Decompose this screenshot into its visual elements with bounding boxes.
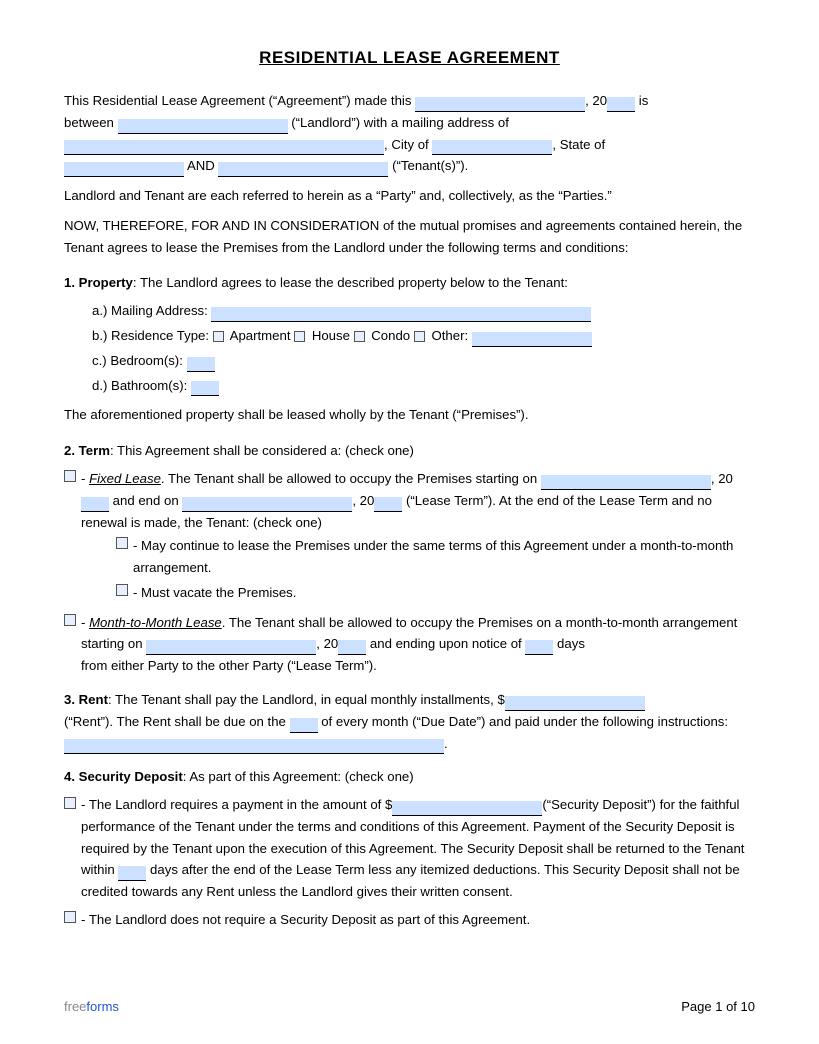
- fixed-year1: , 20: [711, 471, 733, 486]
- document-title: RESIDENTIAL LEASE AGREEMENT: [64, 48, 755, 68]
- and-label: AND: [187, 158, 215, 173]
- residence-type-row: b.) Residence Type: Apartment House Cond…: [92, 325, 755, 347]
- fixed-and: and end on: [109, 493, 179, 508]
- vacate-label: - Must vacate the Premises.: [133, 582, 296, 604]
- brand-free: free: [64, 999, 86, 1014]
- month-end: from either Party to the other Party (“L…: [81, 658, 377, 673]
- month-start-year-field[interactable]: [338, 640, 366, 655]
- vacate-checkbox[interactable]: [116, 584, 128, 596]
- house-label: House: [308, 328, 353, 343]
- rent-amount-field[interactable]: [505, 696, 645, 711]
- year-suffix: is: [635, 93, 648, 108]
- city-prefix: , City of: [384, 137, 429, 152]
- section4-header: 4. Security Deposit: As part of this Agr…: [64, 766, 755, 788]
- residence-type-label: b.) Residence Type:: [92, 328, 209, 343]
- property-mailing-address-row: a.) Mailing Address:: [92, 300, 755, 322]
- year-prefix: , 20: [585, 93, 607, 108]
- bathrooms-label: d.) Bathroom(s):: [92, 378, 187, 393]
- security-deposit-checkbox[interactable]: [64, 797, 76, 809]
- between-label: between: [64, 115, 114, 130]
- condo-label: Condo: [368, 328, 414, 343]
- bedrooms-label: c.) Bedroom(s):: [92, 353, 183, 368]
- fixed-lease-label: Fixed Lease: [89, 471, 161, 486]
- page-footer: freeforms Page 1 of 10: [64, 999, 755, 1014]
- date-field[interactable]: [415, 97, 585, 112]
- vacate-option: - Must vacate the Premises.: [116, 582, 755, 604]
- security-days-label: days after the end of the Lease Term les…: [81, 862, 740, 899]
- fixed-end-year-field[interactable]: [374, 497, 402, 512]
- fixed-lease-checkbox[interactable]: [64, 470, 76, 482]
- fixed-text: . The Tenant shall be allowed to occupy …: [161, 471, 537, 486]
- apartment-label: Apartment: [227, 328, 294, 343]
- brand-logo: freeforms: [64, 999, 119, 1014]
- month-year: , 20: [316, 636, 338, 651]
- bedrooms-field[interactable]: [187, 357, 215, 372]
- tenant-suffix: (“Tenant(s)”).: [392, 158, 468, 173]
- mailing-address-field[interactable]: [64, 140, 384, 155]
- bathrooms-row: d.) Bathroom(s):: [92, 375, 755, 397]
- month-notice: and ending upon notice of: [366, 636, 521, 651]
- mailing-label: a.) Mailing Address:: [92, 303, 208, 318]
- apartment-checkbox[interactable]: [213, 331, 224, 342]
- state-field[interactable]: [64, 162, 184, 177]
- month-to-month-checkbox[interactable]: [64, 614, 76, 626]
- property-address-field[interactable]: [211, 307, 591, 322]
- month-to-month-label: Month-to-Month Lease: [89, 615, 222, 630]
- bedrooms-row: c.) Bedroom(s):: [92, 350, 755, 372]
- security-amount-field[interactable]: [392, 801, 542, 816]
- security-return-days-field[interactable]: [118, 866, 146, 881]
- fixed-lease-option: - Fixed Lease. The Tenant shall be allow…: [64, 468, 755, 533]
- page-number: Page 1 of 10: [681, 999, 755, 1014]
- no-security-deposit-option: - The Landlord does not require a Securi…: [64, 909, 755, 931]
- fixed-start-year-field[interactable]: [81, 497, 109, 512]
- month-days: days: [553, 636, 585, 651]
- security-deposit-required-option: - The Landlord requires a payment in the…: [64, 794, 755, 903]
- intro-line1: This Residential Lease Agreement (“Agree…: [64, 93, 411, 108]
- due-date-field[interactable]: [290, 718, 318, 733]
- condo-checkbox[interactable]: [354, 331, 365, 342]
- house-checkbox[interactable]: [294, 331, 305, 342]
- section2-header: 2. Term: This Agreement shall be conside…: [64, 440, 755, 462]
- section3-header: 3. Rent: The Tenant shall pay the Landlo…: [64, 689, 755, 754]
- fixed-label: -: [81, 471, 89, 486]
- continue-lease-label: - May continue to lease the Premises und…: [133, 535, 755, 579]
- year-field[interactable]: [607, 97, 635, 112]
- security-requires-label: - The Landlord requires a payment in the…: [81, 797, 392, 812]
- tenant-name-field[interactable]: [218, 162, 388, 177]
- other-checkbox[interactable]: [414, 331, 425, 342]
- bathrooms-field[interactable]: [191, 381, 219, 396]
- payment-instructions-field[interactable]: [64, 739, 444, 754]
- fixed-start-date-field[interactable]: [541, 475, 711, 490]
- continue-lease-option: - May continue to lease the Premises und…: [116, 535, 755, 579]
- premises-note: The aforementioned property shall be lea…: [64, 404, 755, 426]
- consideration-text: NOW, THEREFORE, FOR AND IN CONSIDERATION…: [64, 215, 755, 259]
- city-field[interactable]: [432, 140, 552, 155]
- other-label: Other:: [428, 328, 472, 343]
- parties-note: Landlord and Tenant are each referred to…: [64, 185, 755, 207]
- notice-days-field[interactable]: [525, 640, 553, 655]
- continue-lease-checkbox[interactable]: [116, 537, 128, 549]
- month-label: -: [81, 615, 89, 630]
- no-deposit-label: - The Landlord does not require a Securi…: [81, 909, 530, 931]
- fixed-year2: , 20: [352, 493, 374, 508]
- state-suffix: , State of: [552, 137, 605, 152]
- intro-paragraph: This Residential Lease Agreement (“Agree…: [64, 90, 755, 177]
- month-start-date-field[interactable]: [146, 640, 316, 655]
- brand-forms: forms: [86, 999, 119, 1014]
- landlord-name-field[interactable]: [118, 119, 288, 134]
- other-type-field[interactable]: [472, 332, 592, 347]
- section1-header: 1. Property: The Landlord agrees to leas…: [64, 272, 755, 294]
- fixed-end-date-field[interactable]: [182, 497, 352, 512]
- no-security-checkbox[interactable]: [64, 911, 76, 923]
- month-to-month-option: - Month-to-Month Lease. The Tenant shall…: [64, 612, 755, 677]
- document-page: RESIDENTIAL LEASE AGREEMENT This Residen…: [0, 0, 819, 1044]
- landlord-suffix: (“Landlord”) with a mailing address of: [291, 115, 509, 130]
- section1-items: a.) Mailing Address: b.) Residence Type:…: [92, 300, 755, 396]
